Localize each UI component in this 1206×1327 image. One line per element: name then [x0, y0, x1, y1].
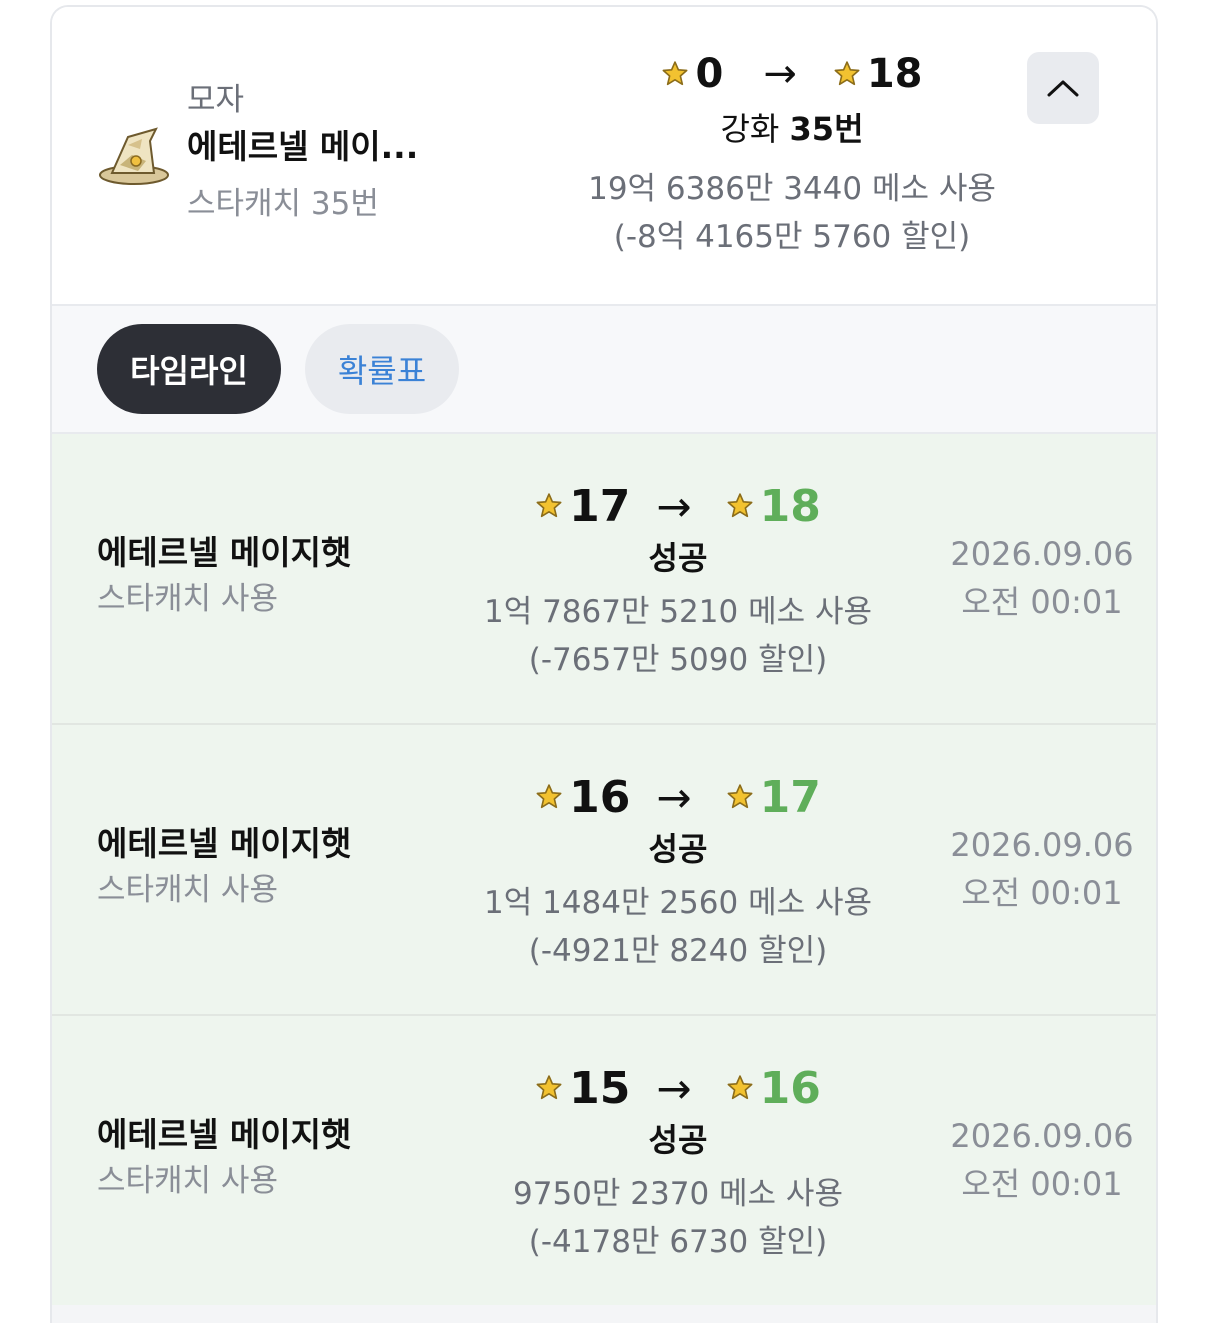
- total-meso-used: 19억 6386만 3440 메소 사용: [588, 171, 996, 207]
- row-star-range: 16 → 17: [378, 767, 978, 827]
- item-category: 모자: [187, 82, 245, 118]
- row-star-to: 16: [759, 1062, 821, 1114]
- row-meso-used: 9750만 2370 메소 사용: [513, 1176, 843, 1212]
- star-range: 0 → 18: [492, 43, 1092, 105]
- row-timestamp: 2026.09.06 오전 00:01: [932, 1112, 1152, 1208]
- star-icon: [834, 61, 860, 86]
- timeline-row: 에테르넬 메이지햇 스타캐치 사용 17 → 18 성공 1억 7867만 52…: [52, 434, 1156, 725]
- row-star-from: 16: [569, 771, 631, 823]
- timeline-row: 에테르넬 메이지햇 스타캐치 사용 15 → 16 성공 9750만 2370 …: [52, 1016, 1156, 1307]
- row-date: 2026.09.06: [950, 535, 1134, 573]
- enhancement-summary: 모자 에테르넬 메이... 스타캐치 35번 0 → 18 강화 35번 19억…: [52, 7, 1156, 306]
- row-result-info: 16 → 17 성공 1억 1484만 2560 메소 사용 (-4921만 8…: [378, 767, 978, 975]
- star-to: 18: [866, 51, 923, 97]
- enhance-count-line: 강화 35번: [492, 105, 1092, 165]
- star-icon: [663, 61, 688, 86]
- row-meso-used: 1억 1484만 2560 메소 사용: [483, 885, 873, 921]
- star-from: 0: [695, 51, 724, 97]
- row-result: 성공: [648, 1121, 708, 1159]
- row-date: 2026.09.06: [950, 1117, 1134, 1155]
- row-result: 성공: [648, 539, 708, 577]
- arrow-right-icon: →: [656, 481, 692, 531]
- item-info: 모자 에테르넬 메이... 스타캐치 35번: [187, 79, 487, 225]
- row-result: 성공: [648, 830, 708, 868]
- row-star-to: 18: [759, 480, 821, 532]
- summary-stats: 0 → 18 강화 35번 19억 6386만 3440 메소 사용 (-8억 …: [492, 43, 1092, 261]
- enhancement-card: 모자 에테르넬 메이... 스타캐치 35번 0 → 18 강화 35번 19억…: [50, 5, 1158, 1323]
- view-tabs: 타임라인 확률표: [52, 306, 1156, 434]
- star-icon: [536, 493, 562, 518]
- star-icon: [727, 493, 753, 518]
- total-meso-discount: (-8억 4165만 5760 할인): [613, 219, 971, 255]
- row-star-to: 17: [759, 771, 821, 823]
- row-timestamp: 2026.09.06 오전 00:01: [932, 821, 1152, 917]
- starcatch-count: 스타캐치 35번: [187, 186, 379, 222]
- row-meso-discount: (-4178만 6730 할인): [528, 1224, 828, 1260]
- tab-timeline[interactable]: 타임라인: [97, 324, 281, 414]
- star-icon: [727, 1075, 753, 1100]
- tab-probability-table[interactable]: 확률표: [305, 324, 459, 414]
- row-meso-used: 1억 7867만 5210 메소 사용: [483, 594, 873, 630]
- row-time: 오전 00:01: [961, 874, 1123, 912]
- next-row-edge: [52, 1305, 1156, 1323]
- chevron-up-icon: [1047, 80, 1079, 97]
- arrow-right-icon: →: [763, 51, 797, 97]
- enhance-count: 35번: [789, 110, 864, 148]
- row-time: 오전 00:01: [961, 1165, 1123, 1203]
- row-meso-discount: (-4921만 8240 할인): [528, 933, 828, 969]
- row-meso-discount: (-7657만 5090 할인): [528, 642, 828, 678]
- row-star-from: 17: [569, 480, 631, 532]
- arrow-right-icon: →: [656, 772, 692, 822]
- row-timestamp: 2026.09.06 오전 00:01: [932, 530, 1152, 626]
- enhance-label: 강화: [720, 110, 780, 148]
- star-icon: [536, 784, 562, 809]
- item-name: 에테르넬 메이...: [187, 127, 419, 166]
- row-star-range: 15 → 16: [378, 1058, 978, 1118]
- row-result-info: 15 → 16 성공 9750만 2370 메소 사용 (-4178만 6730…: [378, 1058, 978, 1266]
- arrow-right-icon: →: [656, 1063, 692, 1113]
- collapse-button[interactable]: [1027, 52, 1099, 124]
- star-icon: [727, 784, 753, 809]
- row-star-range: 17 → 18: [378, 476, 978, 536]
- wizard-hat-icon: [99, 127, 169, 185]
- row-date: 2026.09.06: [950, 826, 1134, 864]
- row-result-info: 17 → 18 성공 1억 7867만 5210 메소 사용 (-7657만 5…: [378, 476, 978, 684]
- row-star-from: 15: [569, 1062, 631, 1114]
- timeline-row: 에테르넬 메이지햇 스타캐치 사용 16 → 17 성공 1억 1484만 25…: [52, 725, 1156, 1016]
- row-time: 오전 00:01: [961, 583, 1123, 621]
- star-icon: [536, 1075, 562, 1100]
